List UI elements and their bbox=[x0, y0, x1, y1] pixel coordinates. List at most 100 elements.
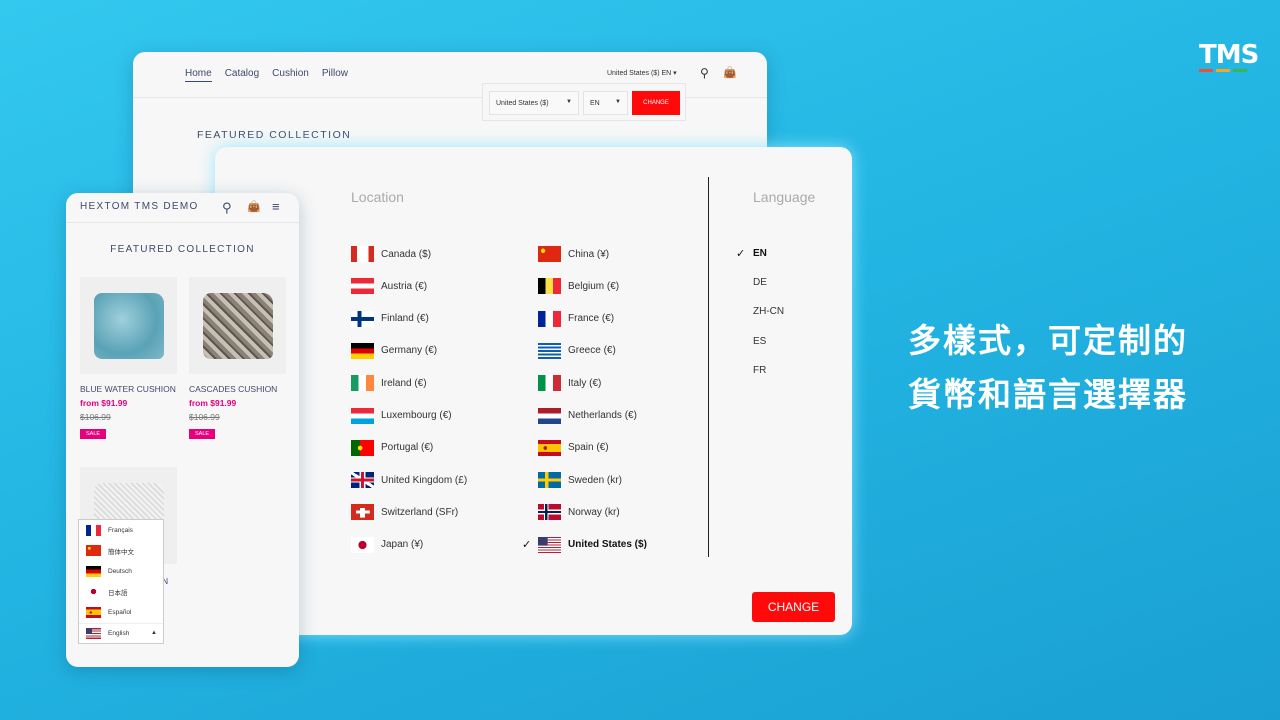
language-select[interactable]: EN ▼ bbox=[583, 91, 628, 115]
nav-pillow[interactable]: Pillow bbox=[322, 68, 348, 82]
change-button-small[interactable]: CHANGE bbox=[632, 91, 680, 115]
currency-toggle-label: United States ($) EN bbox=[607, 70, 672, 77]
search-icon[interactable]: ⚲ bbox=[700, 66, 709, 80]
flag-fr-icon bbox=[86, 524, 101, 536]
language-header: Language bbox=[753, 189, 816, 205]
flag-gb-icon bbox=[351, 472, 374, 489]
country-option[interactable]: Spain (€) bbox=[538, 439, 609, 457]
location-header: Location bbox=[351, 189, 404, 205]
country-option[interactable]: Germany (€) bbox=[351, 342, 437, 360]
change-button[interactable]: CHANGE bbox=[752, 592, 835, 622]
language-menu-item[interactable]: English ▲ bbox=[79, 622, 163, 644]
nav-home[interactable]: Home bbox=[185, 68, 212, 82]
language-menu-item[interactable]: 日本語 bbox=[79, 582, 163, 603]
language-option[interactable]: ZH-CN bbox=[753, 306, 784, 317]
chevron-down-icon: ▼ bbox=[566, 99, 572, 105]
language-option[interactable]: FR bbox=[753, 365, 766, 376]
country-option[interactable]: Austria (€) bbox=[351, 277, 427, 295]
country-label: Luxembourg (€) bbox=[381, 410, 452, 421]
flag-us-icon bbox=[538, 536, 561, 553]
language-option[interactable]: ES bbox=[753, 336, 766, 347]
product-card[interactable]: CASCADES CUSHION from $91.99 $106.99 SAL… bbox=[189, 277, 286, 440]
country-option[interactable]: Norway (kr) bbox=[538, 503, 620, 521]
product-image[interactable] bbox=[80, 277, 177, 374]
caret-up-icon: ▲ bbox=[151, 630, 157, 637]
country-option[interactable]: Japan (¥) bbox=[351, 536, 423, 554]
flag-us-icon bbox=[86, 627, 101, 639]
country-option[interactable]: Netherlands (€) bbox=[538, 407, 637, 425]
language-menu-item[interactable]: Deutsch bbox=[79, 561, 163, 582]
country-option[interactable]: Luxembourg (€) bbox=[351, 407, 452, 425]
chevron-down-icon: ▼ bbox=[615, 99, 621, 105]
nav-catalog[interactable]: Catalog bbox=[225, 68, 259, 82]
flag-cn-icon bbox=[538, 246, 561, 262]
flag-fi-icon bbox=[351, 310, 374, 327]
flag-ca-icon bbox=[351, 246, 374, 262]
flag-pt-icon bbox=[351, 439, 374, 456]
search-icon[interactable]: ⚲ bbox=[222, 200, 232, 216]
product-name[interactable]: CASCADES CUSHION bbox=[189, 384, 286, 394]
featured-heading: FEATURED COLLECTION bbox=[197, 129, 352, 141]
country-label: Ireland (€) bbox=[381, 377, 427, 389]
cart-icon[interactable]: 👜 bbox=[723, 66, 737, 79]
country-option[interactable]: Portugal (€) bbox=[351, 439, 433, 457]
nav-cushion[interactable]: Cushion bbox=[272, 68, 309, 82]
column-divider bbox=[708, 177, 709, 557]
country-label: United Kingdom (£) bbox=[381, 474, 468, 486]
headline-line-1: 多樣式，可定制的 bbox=[908, 321, 1188, 360]
main-nav: Home Catalog Cushion Pillow bbox=[185, 68, 348, 82]
logo-bar bbox=[1216, 69, 1230, 72]
country-option[interactable]: France (€) bbox=[538, 310, 614, 328]
cushion-photo bbox=[94, 293, 164, 359]
flag-be-icon bbox=[538, 278, 561, 295]
country-select[interactable]: United States ($) ▼ bbox=[489, 91, 579, 115]
country-option[interactable]: Sweden (kr) bbox=[538, 471, 622, 489]
language-menu-label: 簡体中文 bbox=[108, 548, 134, 556]
sale-badge: SALE bbox=[80, 429, 107, 439]
country-label: Italy (€) bbox=[568, 377, 602, 389]
country-option[interactable]: Ireland (€) bbox=[351, 374, 427, 392]
flag-jp-icon bbox=[86, 586, 101, 598]
language-option[interactable]: DE bbox=[753, 277, 767, 288]
language-dropdown: Français 簡体中文 Deutsch 日本語 Español English ▲ bbox=[78, 519, 164, 644]
menu-icon[interactable]: ≡ bbox=[272, 199, 280, 214]
language-menu-item[interactable]: 簡体中文 bbox=[79, 541, 163, 562]
cart-icon[interactable]: 👜 bbox=[247, 200, 261, 213]
language-menu-item[interactable]: Français bbox=[79, 520, 163, 541]
flag-jp-icon bbox=[351, 536, 374, 553]
product-card[interactable]: BLUE WATER CUSHION from $91.99 $106.99 S… bbox=[80, 277, 177, 440]
country-option[interactable]: Italy (€) bbox=[538, 374, 601, 392]
product-name[interactable]: BLUE WATER CUSHION bbox=[80, 384, 177, 394]
flag-nl-icon bbox=[538, 407, 561, 424]
flag-de-icon bbox=[351, 342, 374, 359]
flag-es-icon bbox=[86, 606, 101, 618]
country-option[interactable]: United States ($) bbox=[538, 536, 647, 554]
store-title: HEXTOM TMS DEMO bbox=[80, 201, 199, 212]
currency-language-modal: Location Language Canada ($) China (¥) Aus… bbox=[215, 147, 852, 635]
header-divider bbox=[66, 222, 299, 223]
product-image[interactable] bbox=[189, 277, 286, 374]
country-option[interactable]: United Kingdom (£) bbox=[351, 471, 467, 489]
featured-heading: FEATURED COLLECTION bbox=[110, 244, 255, 255]
country-option[interactable]: Belgium (€) bbox=[538, 277, 619, 295]
country-option[interactable]: Switzerland (SFr) bbox=[351, 503, 458, 521]
country-label: Canada ($) bbox=[381, 248, 432, 260]
language-menu-label: Español bbox=[108, 608, 132, 616]
country-option[interactable]: Canada ($) bbox=[351, 245, 431, 263]
country-label: Spain (€) bbox=[568, 442, 609, 454]
language-menu-label: 日本語 bbox=[108, 589, 128, 597]
flag-se-icon bbox=[538, 472, 561, 489]
tms-logo: TMS bbox=[1199, 40, 1259, 70]
language-menu-item[interactable]: Español bbox=[79, 602, 163, 623]
currency-toggle[interactable]: United States ($) EN ▾ bbox=[607, 69, 677, 77]
currency-popover: United States ($) ▼ EN ▼ CHANGE bbox=[482, 83, 686, 121]
mobile-store-window: HEXTOM TMS DEMO ⚲ 👜 ≡ FEATURED COLLECTIO… bbox=[66, 193, 299, 667]
country-label: Japan (¥) bbox=[381, 539, 424, 551]
language-option[interactable]: EN bbox=[753, 248, 767, 259]
country-label: United States ($) bbox=[568, 539, 647, 551]
country-option[interactable]: China (¥) bbox=[538, 245, 609, 263]
product-price: from $91.99 bbox=[80, 398, 128, 408]
country-option[interactable]: Finland (€) bbox=[351, 310, 429, 328]
flag-lu-icon bbox=[351, 407, 374, 424]
country-option[interactable]: Greece (€) bbox=[538, 342, 616, 360]
